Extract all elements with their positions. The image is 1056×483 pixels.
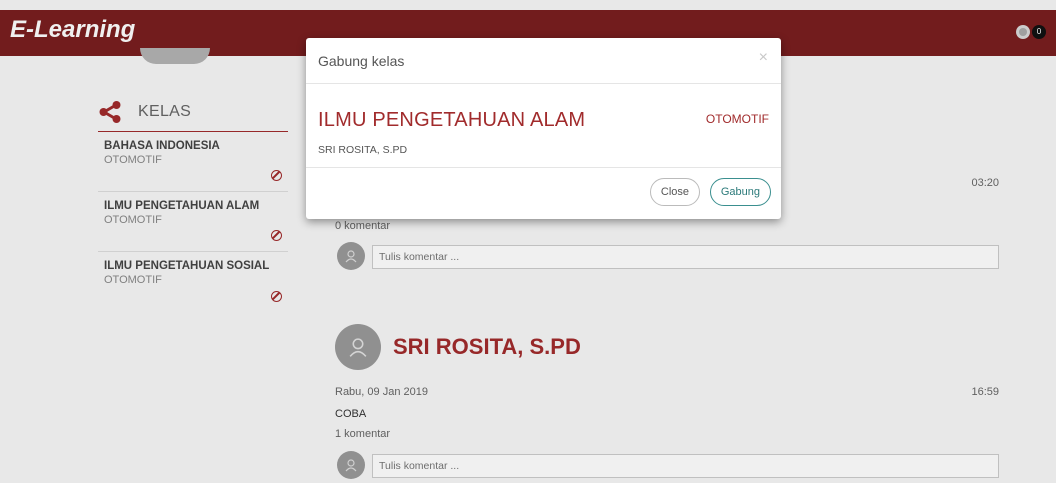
modal-body: ILMU PENGETAHUAN ALAM OTOMOTIF SRI ROSIT… — [306, 84, 781, 168]
join-button[interactable]: Gabung — [709, 178, 771, 206]
close-icon[interactable]: × — [759, 49, 768, 67]
modal-department: OTOMOTIF — [705, 112, 769, 126]
modal-course-name: ILMU PENGETAHUAN ALAM — [318, 109, 586, 131]
modal-header: Gabung kelas × — [306, 38, 781, 84]
close-button[interactable]: Close — [649, 178, 700, 206]
modal-teacher: SRI ROSITA, S.PD — [318, 144, 408, 156]
modal-title: Gabung kelas — [318, 53, 405, 69]
join-class-modal: Gabung kelas × ILMU PENGETAHUAN ALAM OTO… — [306, 38, 781, 219]
modal-footer: Close Gabung — [306, 168, 781, 218]
